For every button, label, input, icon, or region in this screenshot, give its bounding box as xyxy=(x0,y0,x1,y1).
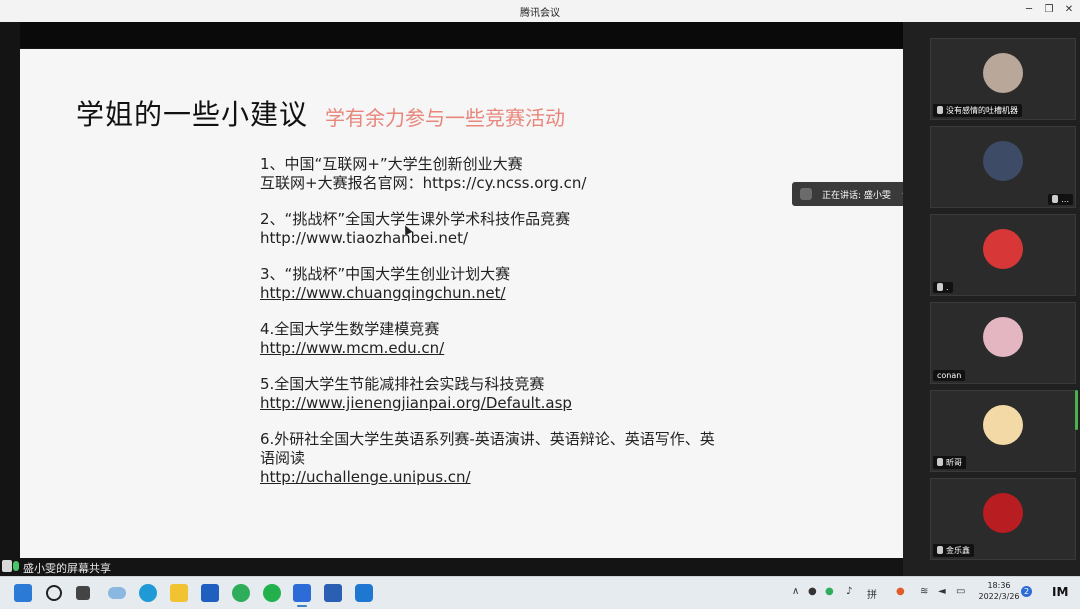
tray-app2-icon[interactable]: ● xyxy=(896,586,905,597)
taskbar: ∧ ● ● ♪ 拼 ● ≋ ◄ ▭ 18:36 2022/3/26 2 IM xyxy=(0,576,1080,609)
participant-tile[interactable]: 没有感情的吐槽机器 xyxy=(930,38,1076,120)
item-title: 1、中国“互联网+”大学生创新创业大赛 xyxy=(260,155,523,173)
item-link[interactable]: http://www.tiaozhanbei.net/ xyxy=(260,229,720,248)
battery-icon[interactable]: ▭ xyxy=(956,586,965,597)
participant-tile[interactable]: 金乐鑫 xyxy=(930,478,1076,560)
corner-app-icon[interactable]: IM xyxy=(1052,585,1068,599)
mic-tray-icon[interactable]: ♪ xyxy=(846,586,852,597)
input-method-icon[interactable]: 拼 xyxy=(867,586,877,601)
item-title: 5.全国大学生节能减排社会实践与科技竞赛 xyxy=(260,375,545,393)
item-title: 3、“挑战杯”中国大学生创业计划大赛 xyxy=(260,265,511,283)
participant-tile[interactable]: ... xyxy=(930,126,1076,208)
tray-app-icon[interactable]: ● xyxy=(808,586,817,597)
wechat-tray-icon[interactable]: ● xyxy=(825,586,834,597)
edge-dev-icon[interactable] xyxy=(232,584,250,602)
participant-tile[interactable]: conan xyxy=(930,302,1076,384)
task-view-icon[interactable] xyxy=(76,586,90,600)
item-title: 2、“挑战杯”全国大学生课外学术科技作品竞赛 xyxy=(260,210,571,228)
list-item: 3、“挑战杯”中国大学生创业计划大赛 http://www.chuangqing… xyxy=(260,265,720,303)
participant-name: . xyxy=(933,282,953,293)
file-explorer-icon[interactable] xyxy=(170,584,188,602)
participant-tile[interactable]: 昕哥 xyxy=(930,390,1076,472)
mic-icon xyxy=(1052,195,1059,203)
mic-icon xyxy=(937,283,943,291)
slide-subtitle: 学有余力参与一些竞赛活动 xyxy=(325,106,565,130)
window-title-bar: 腾讯会议 ─ ❐ ✕ xyxy=(0,0,1080,23)
avatar xyxy=(983,141,1023,181)
participant-name: conan xyxy=(933,370,966,381)
tencent-meeting-icon[interactable] xyxy=(293,584,311,602)
share-top-band xyxy=(20,22,903,48)
mic-icon xyxy=(937,458,943,466)
wechat-icon[interactable] xyxy=(263,584,281,602)
item-link[interactable]: http://uchallenge.unipus.cn/ xyxy=(260,468,720,487)
cloud-icon[interactable] xyxy=(108,587,126,599)
item-title: 4.全国大学生数学建模竞赛 xyxy=(260,320,440,338)
avatar xyxy=(983,405,1023,445)
chevron-up-icon[interactable]: ∧ xyxy=(792,586,799,597)
notification-badge[interactable]: 2 xyxy=(1021,586,1032,597)
participant-name: 昕哥 xyxy=(933,456,966,469)
participant-tile[interactable]: . xyxy=(930,214,1076,296)
mic-icon xyxy=(937,546,943,554)
share-label: 盛小雯的屏幕共享 xyxy=(23,562,111,575)
avatar xyxy=(983,317,1023,357)
presentation-slide: 学姐的一些小建议 学有余力参与一些竞赛活动 1、中国“互联网+”大学生创新创业大… xyxy=(20,49,903,569)
minimize-icon[interactable]: ─ xyxy=(1022,3,1036,17)
mic-icon xyxy=(13,561,19,571)
participant-name: 没有感情的吐槽机器 xyxy=(933,104,1022,117)
share-label-bar: 盛小雯的屏幕共享 xyxy=(0,558,903,576)
item-link[interactable]: http://www.mcm.edu.cn/ xyxy=(260,339,720,358)
avatar xyxy=(983,493,1023,533)
participant-panel: 没有感情的吐槽机器 ... . conan 昕哥 金乐鑫 xyxy=(903,22,1080,576)
list-item: 6.外研社全国大学生英语系列赛-英语演讲、英语辩论、英语写作、英语阅读 http… xyxy=(260,430,720,487)
item-title: 6.外研社全国大学生英语系列赛-英语演讲、英语辩论、英语写作、英语阅读 xyxy=(260,430,715,467)
speaking-text: 正在讲话: 盛小雯 xyxy=(822,191,891,201)
item-link[interactable]: 互联网+大赛报名官网：https://cy.ncss.org.cn/ xyxy=(260,174,720,193)
edge-icon[interactable] xyxy=(139,584,157,602)
list-item: 4.全国大学生数学建模竞赛 http://www.mcm.edu.cn/ xyxy=(260,320,720,358)
participant-name: 金乐鑫 xyxy=(933,544,974,557)
clock[interactable]: 18:36 2022/3/26 xyxy=(978,580,1020,602)
list-item: 1、中国“互联网+”大学生创新创业大赛 互联网+大赛报名官网：https://c… xyxy=(260,155,720,193)
panel-scrollbar[interactable] xyxy=(1075,390,1078,430)
mail-icon[interactable] xyxy=(201,584,219,602)
item-link[interactable]: http://www.jienengjianpai.org/Default.as… xyxy=(260,394,720,413)
volume-icon[interactable]: ◄ xyxy=(938,586,946,597)
search-icon[interactable] xyxy=(46,585,62,601)
slide-title: 学姐的一些小建议 xyxy=(76,98,309,131)
notes-icon[interactable] xyxy=(355,584,373,602)
screen-icon xyxy=(2,560,12,572)
item-link[interactable]: http://www.chuangqingchun.net/ xyxy=(260,284,720,303)
restore-icon[interactable]: ❐ xyxy=(1042,3,1056,17)
wifi-icon[interactable]: ≋ xyxy=(920,586,928,597)
active-indicator xyxy=(297,605,307,607)
list-item: 5.全国大学生节能减排社会实践与科技竞赛 http://www.jienengj… xyxy=(260,375,720,413)
competition-list: 1、中国“互联网+”大学生创新创业大赛 互联网+大赛报名官网：https://c… xyxy=(260,155,720,504)
screen-share-area: 学姐的一些小建议 学有余力参与一些竞赛活动 1、中国“互联网+”大学生创新创业大… xyxy=(0,22,903,569)
time: 18:36 xyxy=(987,581,1011,590)
windows-start-icon[interactable] xyxy=(14,584,32,602)
mic-icon xyxy=(937,106,943,114)
avatar xyxy=(983,53,1023,93)
date: 2022/3/26 xyxy=(978,592,1020,601)
list-item: 2、“挑战杯”全国大学生课外学术科技作品竞赛 http://www.tiaozh… xyxy=(260,210,720,248)
participant-name: ... xyxy=(1048,194,1073,205)
speaker-avatar xyxy=(800,188,812,200)
avatar xyxy=(983,229,1023,269)
word-icon[interactable] xyxy=(324,584,342,602)
close-icon[interactable]: ✕ xyxy=(1062,3,1076,17)
window-title: 腾讯会议 xyxy=(520,8,560,19)
